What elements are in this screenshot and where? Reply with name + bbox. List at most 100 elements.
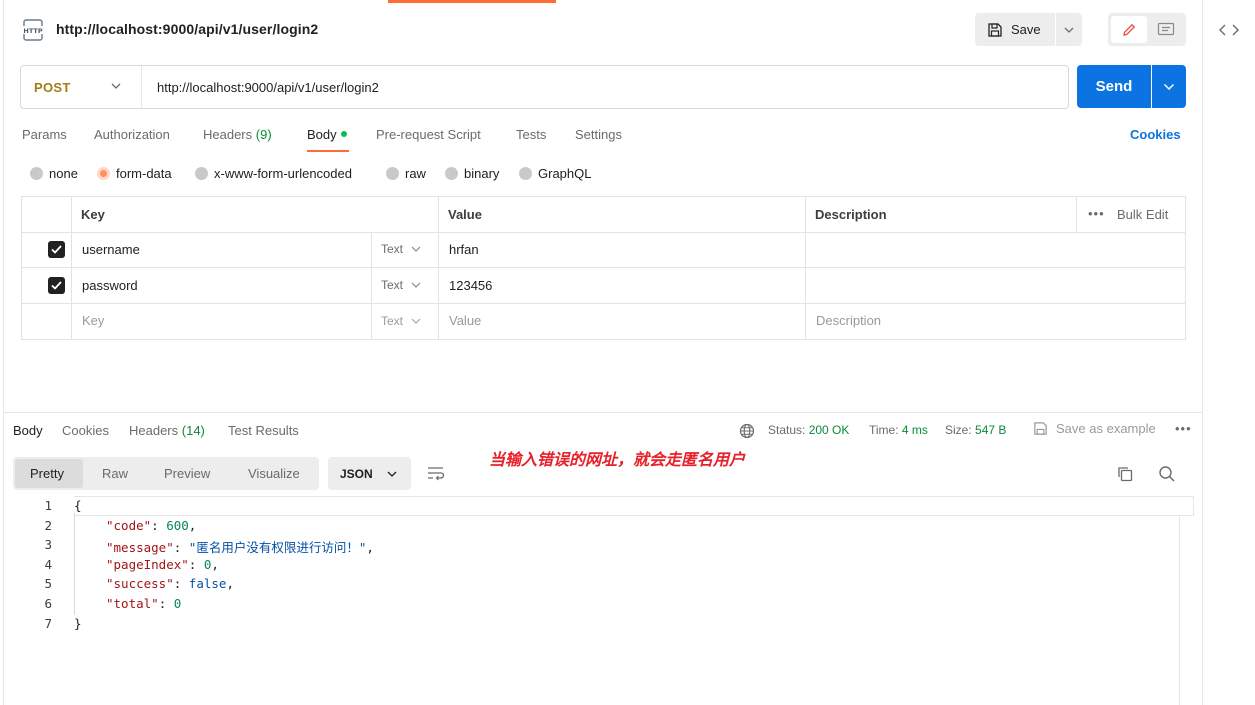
table-row-divider — [21, 232, 1186, 233]
chevron-down-icon — [1064, 27, 1074, 33]
format-select[interactable]: JSON — [328, 457, 411, 490]
table-col-divider — [1076, 196, 1077, 232]
right-sidebar-divider — [1202, 0, 1203, 705]
row-type-select[interactable]: Text — [381, 242, 421, 256]
cookies-link[interactable]: Cookies — [1130, 127, 1181, 142]
response-tab-test-results[interactable]: Test Results — [228, 423, 299, 438]
tab-params[interactable]: Params — [22, 127, 67, 142]
radio-raw[interactable]: raw — [386, 166, 426, 181]
line-number: 6 — [44, 596, 52, 611]
chevron-down-icon — [387, 471, 397, 477]
checkmark-icon — [51, 245, 62, 254]
new-row-key-input[interactable]: Key — [82, 313, 104, 328]
code-line: "message": "匿名用户没有权限进行访问！", — [106, 540, 374, 555]
tab-headers[interactable]: Headers (9) — [203, 127, 272, 142]
request-title[interactable]: http://localhost:9000/api/v1/user/login2 — [56, 21, 318, 37]
json-key: "total" — [106, 596, 159, 611]
row-value[interactable]: 123456 — [449, 278, 492, 293]
tab-prerequest-script[interactable]: Pre-request Script — [376, 127, 481, 142]
row-type-select[interactable]: Text — [381, 278, 421, 292]
view-preview[interactable]: Preview — [164, 466, 210, 481]
table-col-divider — [438, 196, 439, 340]
tab-underline — [307, 150, 349, 152]
view-raw[interactable]: Raw — [102, 466, 128, 481]
wrap-lines-icon[interactable] — [426, 465, 446, 484]
new-row-value-input[interactable]: Value — [449, 313, 481, 328]
tab-authorization[interactable]: Authorization — [94, 127, 170, 142]
row-checkbox[interactable] — [48, 277, 65, 294]
response-time: Time: 4 ms — [869, 423, 928, 437]
indent-guide — [74, 513, 75, 615]
chevron-down-icon — [411, 318, 421, 324]
bulk-edit-button[interactable]: Bulk Edit — [1117, 207, 1168, 222]
line-number: 2 — [44, 518, 52, 533]
line-number: 4 — [44, 557, 52, 572]
save-button[interactable]: Save — [975, 13, 1055, 46]
globe-icon[interactable] — [739, 423, 755, 442]
line-number: 7 — [44, 616, 52, 631]
table-col-divider — [805, 196, 806, 340]
response-headers-count: (14) — [181, 423, 205, 438]
response-tab-cookies[interactable]: Cookies — [62, 423, 109, 438]
more-options-icon[interactable]: ••• — [1088, 206, 1105, 221]
new-row-type-select[interactable]: Text — [381, 314, 421, 328]
search-icon[interactable] — [1158, 465, 1176, 486]
chevron-down-icon[interactable] — [110, 80, 122, 95]
row-checkbox[interactable] — [48, 241, 65, 258]
radio-circle — [445, 167, 458, 180]
save-as-example-button[interactable]: Save as example — [1033, 421, 1156, 436]
json-brace: { — [74, 498, 82, 513]
new-row-description-input[interactable]: Description — [816, 313, 881, 328]
view-visualize[interactable]: Visualize — [248, 466, 300, 481]
url-divider — [141, 66, 142, 108]
view-pretty[interactable]: Pretty — [30, 466, 64, 481]
column-header-value: Value — [448, 207, 482, 222]
radio-binary[interactable]: binary — [445, 166, 499, 181]
radio-raw-label: raw — [405, 166, 426, 181]
save-as-example-label: Save as example — [1056, 421, 1156, 436]
edit-mode-button[interactable] — [1111, 16, 1147, 43]
checkmark-icon — [51, 281, 62, 290]
response-divider[interactable] — [4, 412, 1202, 413]
row-key[interactable]: password — [82, 278, 138, 293]
response-tab-headers-label: Headers — [129, 423, 179, 438]
radio-none[interactable]: none — [30, 166, 78, 181]
chevron-down-icon — [1163, 83, 1175, 90]
tab-body[interactable]: Body — [307, 127, 347, 142]
code-snippet-icon[interactable] — [1212, 16, 1246, 44]
radio-urlencoded[interactable]: x-www-form-urlencoded — [195, 166, 352, 181]
response-tab-headers[interactable]: Headers (14) — [129, 423, 205, 438]
left-edge — [3, 0, 4, 705]
line-number: 1 — [44, 498, 52, 513]
json-key: "pageIndex" — [106, 557, 189, 572]
table-col-divider — [371, 232, 372, 340]
save-options-button[interactable] — [1056, 13, 1082, 46]
json-number: 600 — [166, 518, 189, 533]
json-number: 0 — [203, 557, 212, 572]
documentation-mode-button[interactable] — [1148, 16, 1184, 43]
tab-tests[interactable]: Tests — [516, 127, 546, 142]
table-row-divider — [21, 267, 1186, 268]
radio-circle — [519, 167, 532, 180]
column-header-key: Key — [81, 207, 105, 222]
response-tab-body[interactable]: Body — [13, 423, 43, 438]
radio-graphql[interactable]: GraphQL — [519, 166, 591, 181]
response-status: Status: 200 OK — [768, 423, 849, 437]
scrollbar-track[interactable] — [1179, 516, 1180, 705]
send-options-button[interactable] — [1152, 65, 1186, 108]
tab-settings[interactable]: Settings — [575, 127, 622, 142]
radio-urlencoded-label: x-www-form-urlencoded — [214, 166, 352, 181]
code-line: "success": false, — [106, 576, 234, 591]
url-input[interactable]: http://localhost:9000/api/v1/user/login2 — [157, 80, 379, 95]
size-value: 547 B — [975, 423, 1007, 437]
row-value[interactable]: hrfan — [449, 242, 479, 257]
radio-form-data[interactable]: form-data — [97, 166, 172, 181]
row-key[interactable]: username — [82, 242, 140, 257]
tab-body-label: Body — [307, 127, 337, 142]
send-button[interactable]: Send — [1077, 65, 1151, 108]
copy-icon[interactable] — [1116, 465, 1134, 486]
more-options-icon[interactable]: ••• — [1175, 421, 1192, 436]
comment-doc-icon — [1157, 22, 1175, 35]
save-icon — [1034, 422, 1047, 435]
method-select[interactable]: POST — [34, 80, 71, 95]
